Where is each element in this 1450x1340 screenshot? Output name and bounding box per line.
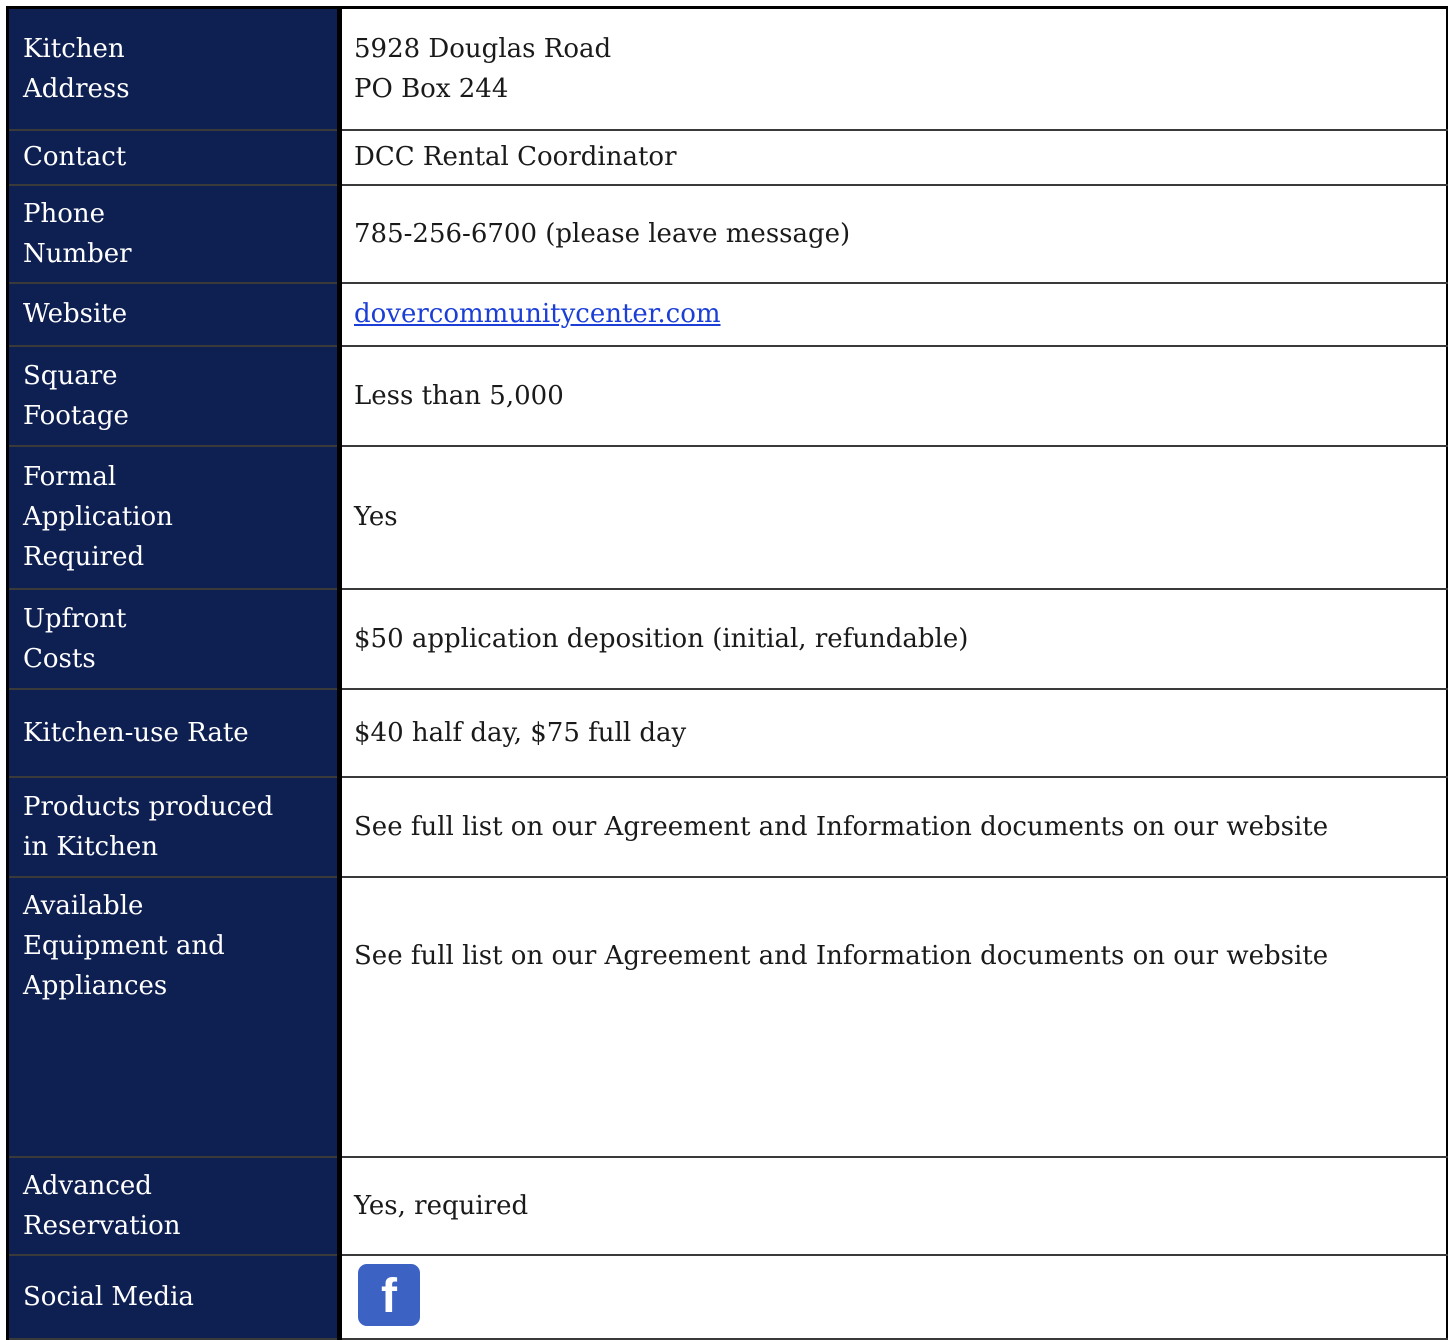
row-value: DCC Rental Coordinator: [354, 142, 677, 172]
table-row-kitchen-address: Kitchen Address 5928 Douglas Road PO Box…: [6, 6, 1448, 131]
row-label: Contact: [23, 142, 127, 172]
row-label: Social Media: [23, 1281, 194, 1312]
row-label-cell: Contact: [6, 129, 342, 186]
row-value: 5928 Douglas Road PO Box 244: [354, 33, 612, 104]
row-value-cell: $50 application deposition (initial, ref…: [339, 588, 1448, 690]
row-value-cell: DCC Rental Coordinator: [339, 129, 1448, 186]
table-row-social-media: Social Media f: [6, 1254, 1448, 1340]
row-value: See full list on our Agreement and Infor…: [354, 940, 1329, 971]
row-label: Kitchen-use Rate: [23, 717, 249, 748]
row-value-cell: See full list on our Agreement and Infor…: [339, 776, 1448, 878]
row-label-cell: Products produced in Kitchen: [6, 776, 342, 878]
row-label-cell: Available Equipment and Appliances: [6, 876, 342, 1158]
row-label: Formal Application Required: [23, 462, 173, 572]
row-label-cell: Kitchen Address: [6, 6, 342, 131]
row-value-cell: Less than 5,000: [339, 345, 1448, 447]
facebook-glyph: f: [381, 1269, 397, 1323]
row-value-cell: 785-256-6700 (please leave message): [339, 184, 1448, 284]
row-label-cell: Upfront Costs: [6, 588, 342, 690]
row-value: Less than 5,000: [354, 380, 564, 411]
table-row-available-equipment: Available Equipment and Appliances See f…: [6, 876, 1448, 1158]
kitchen-info-table: Kitchen Address 5928 Douglas Road PO Box…: [6, 6, 1448, 1340]
row-label-cell: Phone Number: [6, 184, 342, 284]
row-value: Yes, required: [354, 1190, 529, 1221]
row-value-cell: Yes, required: [339, 1156, 1448, 1256]
row-value-cell: Yes: [339, 445, 1448, 590]
row-value-cell: f: [339, 1254, 1448, 1340]
table-row-phone-number: Phone Number 785-256-6700 (please leave …: [6, 184, 1448, 284]
table-row-kitchen-use-rate: Kitchen-use Rate $40 half day, $75 full …: [6, 688, 1448, 778]
table-row-formal-application: Formal Application Required Yes: [6, 445, 1448, 590]
row-label: Kitchen Address: [23, 33, 130, 104]
row-value: 785-256-6700 (please leave message): [354, 218, 851, 249]
row-value-cell: $40 half day, $75 full day: [339, 688, 1448, 778]
row-label-cell: Formal Application Required: [6, 445, 342, 590]
row-value: $40 half day, $75 full day: [354, 717, 687, 748]
website-link[interactable]: dovercommunitycenter.com: [354, 294, 1446, 334]
table-row-upfront-costs: Upfront Costs $50 application deposition…: [6, 588, 1448, 690]
row-value: See full list on our Agreement and Infor…: [354, 811, 1329, 842]
row-label: Phone Number: [23, 198, 132, 269]
row-value: $50 application deposition (initial, ref…: [354, 623, 969, 654]
row-label-cell: Kitchen-use Rate: [6, 688, 342, 778]
row-value-cell: dovercommunitycenter.com: [339, 282, 1448, 347]
row-label-cell: Website: [6, 282, 342, 347]
row-value-cell: 5928 Douglas Road PO Box 244: [339, 6, 1448, 131]
row-label-cell: Social Media: [6, 1254, 342, 1340]
table-row-website: Website dovercommunitycenter.com: [6, 282, 1448, 347]
row-label-cell: Square Footage: [6, 345, 342, 447]
row-label: Available Equipment and Appliances: [23, 890, 225, 1001]
row-label: Advanced Reservation: [23, 1170, 181, 1241]
row-label-cell: Advanced Reservation: [6, 1156, 342, 1256]
row-label: Upfront Costs: [23, 603, 127, 674]
facebook-icon[interactable]: f: [358, 1263, 420, 1326]
table-row-advanced-reservation: Advanced Reservation Yes, required: [6, 1156, 1448, 1256]
table-row-square-footage: Square Footage Less than 5,000: [6, 345, 1448, 447]
row-label: Products produced in Kitchen: [23, 791, 274, 862]
row-value: Yes: [354, 502, 398, 532]
row-label: Website: [23, 299, 128, 329]
table-row-contact: Contact DCC Rental Coordinator: [6, 129, 1448, 186]
row-label: Square Footage: [23, 360, 129, 431]
row-value-cell: See full list on our Agreement and Infor…: [339, 876, 1448, 1158]
table-row-products-produced: Products produced in Kitchen See full li…: [6, 776, 1448, 878]
